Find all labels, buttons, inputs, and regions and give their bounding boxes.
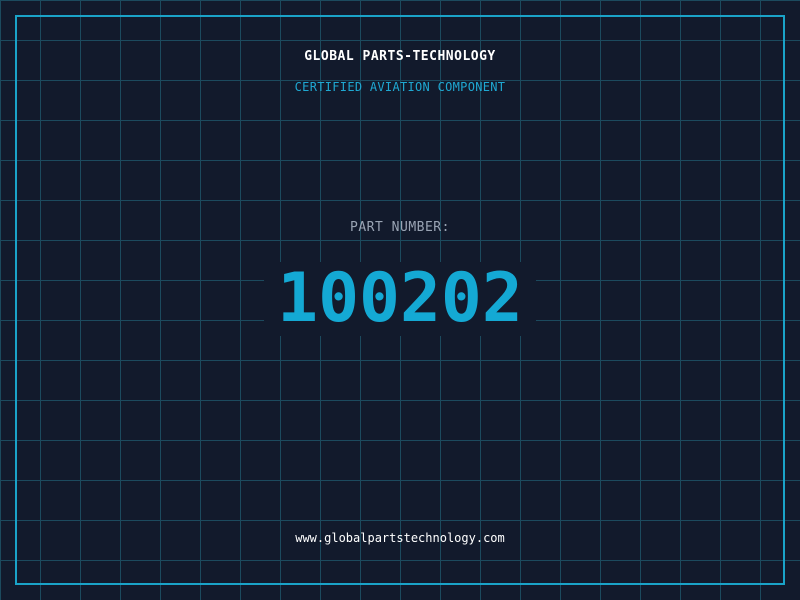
brand-name: GLOBAL PARTS-TECHNOLOGY bbox=[304, 49, 496, 64]
website-url: www.globalpartstechnology.com bbox=[295, 531, 505, 545]
brand-subtitle: CERTIFIED AVIATION COMPONENT bbox=[294, 80, 506, 94]
part-number-label: PART NUMBER: bbox=[350, 220, 450, 235]
part-number-value: 100202 bbox=[277, 259, 523, 338]
label-card: GLOBAL PARTS-TECHNOLOGY CERTIFIED AVIATI… bbox=[0, 0, 800, 600]
